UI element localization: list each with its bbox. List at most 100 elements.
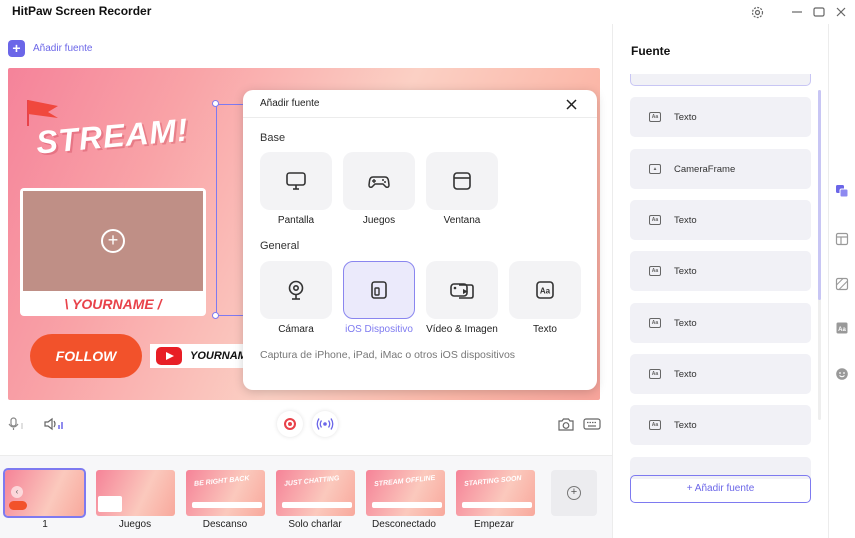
add-scene-button[interactable]: + xyxy=(551,470,597,516)
speaker-icon[interactable] xyxy=(44,417,66,436)
emoji-icon[interactable] xyxy=(835,367,849,381)
text-icon: Aa xyxy=(649,318,661,328)
source-label: iOS Dispositivo xyxy=(345,324,413,335)
add-source-label: Añadir fuente xyxy=(33,43,93,54)
source-tile-ios-dispositivo[interactable] xyxy=(343,261,415,319)
add-camera-icon[interactable]: + xyxy=(101,229,125,253)
text-icon: Aa xyxy=(649,420,661,430)
source-item-label: Texto xyxy=(674,265,697,277)
source-list[interactable]: Aa Texto ▴ CameraFrame Aa Texto Aa Texto… xyxy=(630,74,815,479)
title-bar: HitPaw Screen Recorder xyxy=(0,0,855,24)
source-label: Vídeo & Imagen xyxy=(426,324,498,335)
dialog-header: Añadir fuente xyxy=(243,90,597,118)
source-item-label: CameraFrame xyxy=(674,163,736,175)
scene-label: 1 xyxy=(42,519,48,530)
source-item[interactable]: Aa Texto xyxy=(630,251,811,291)
maximize-icon[interactable] xyxy=(811,4,827,20)
scene-thumb-solo-charlar[interactable]: JUST CHATTING xyxy=(276,470,355,516)
control-bar xyxy=(0,405,612,445)
source-tile-pantalla[interactable] xyxy=(260,152,332,210)
source-item[interactable]: Aa Texto xyxy=(630,200,811,240)
follow-graphic: FOLLOW xyxy=(30,334,142,378)
camera-placeholder: + xyxy=(23,191,203,291)
image-icon: ▴ xyxy=(649,164,661,174)
svg-text:Aa: Aa xyxy=(540,287,551,296)
source-label: Texto xyxy=(533,324,557,335)
plus-icon: + xyxy=(8,40,25,57)
resize-handle[interactable] xyxy=(212,312,219,319)
screenshot-icon[interactable] xyxy=(557,417,575,437)
scrollbar[interactable] xyxy=(818,90,821,420)
yourname-text: \ YOURNAME / xyxy=(64,296,162,312)
sources-panel: Fuente Aa Texto ▴ CameraFrame Aa Texto A… xyxy=(613,24,828,538)
scene-thumb-juegos[interactable] xyxy=(96,470,175,516)
add-source-button[interactable]: + Añadir fuente xyxy=(630,475,811,503)
source-label: Ventana xyxy=(443,215,481,226)
text-icon[interactable]: Aa xyxy=(835,321,849,335)
source-tile-juegos[interactable] xyxy=(343,152,415,210)
youtube-banner: YOURNAM xyxy=(150,344,250,368)
dialog-close-icon[interactable] xyxy=(566,95,577,113)
text-icon: Aa xyxy=(649,266,661,276)
settings-icon[interactable] xyxy=(749,4,765,20)
svg-text:Aa: Aa xyxy=(838,327,846,333)
scrollbar-thumb[interactable] xyxy=(818,90,821,300)
scene-thumb-bar xyxy=(192,502,262,508)
microphone-icon[interactable] xyxy=(8,417,26,436)
live-stream-button[interactable] xyxy=(312,411,338,437)
keyboard-icon[interactable] xyxy=(583,417,601,436)
scene-thumb-text: STREAM OFFLINE xyxy=(373,474,436,489)
source-tile-texto[interactable]: Aa xyxy=(509,261,581,319)
general-heading: General xyxy=(260,240,300,252)
scene-thumb-descanso[interactable]: BE RIGHT BACK xyxy=(186,470,265,516)
record-button[interactable] xyxy=(277,411,303,437)
source-tile-ventana[interactable] xyxy=(426,152,498,210)
source-tile-video-imagen[interactable] xyxy=(426,261,498,319)
text-icon: Aa xyxy=(536,281,554,299)
source-item[interactable]: Aa Texto xyxy=(630,405,811,445)
source-item[interactable]: ▴ CameraFrame xyxy=(630,149,811,189)
dialog-title: Añadir fuente xyxy=(260,98,320,109)
youtube-icon xyxy=(156,347,182,365)
scene-thumb-1[interactable]: ‹ xyxy=(3,468,86,518)
broadcast-icon xyxy=(316,418,334,430)
minimize-icon[interactable] xyxy=(789,4,805,20)
camera-frame[interactable]: + \ YOURNAME / xyxy=(20,188,206,316)
source-item-selected[interactable] xyxy=(630,74,811,86)
scene-thumb-bar xyxy=(462,502,532,508)
sources-icon[interactable] xyxy=(835,184,849,198)
add-source-toolbar-button[interactable]: + Añadir fuente xyxy=(8,40,93,57)
source-item-label: Texto xyxy=(674,111,697,123)
source-tile-camara[interactable] xyxy=(260,261,332,319)
text-icon: Aa xyxy=(649,215,661,225)
source-item-label: Texto xyxy=(674,317,697,329)
add-source-dialog: Añadir fuente Base Pantalla Juegos Venta… xyxy=(243,90,597,390)
scene-thumb-text: JUST CHATTING xyxy=(283,475,340,488)
background-icon[interactable] xyxy=(835,277,849,291)
source-label: Juegos xyxy=(362,215,396,226)
gamepad-icon xyxy=(368,176,390,188)
source-label: Cámara xyxy=(278,324,314,335)
layout-icon[interactable] xyxy=(835,232,849,246)
close-icon[interactable] xyxy=(833,4,849,20)
webcam-icon xyxy=(288,280,304,300)
icon-rail: Aa xyxy=(829,24,855,538)
scene-thumb-empezar[interactable]: STARTING SOON xyxy=(456,470,535,516)
scene-thumb-desconectado[interactable]: STREAM OFFLINE xyxy=(366,470,445,516)
text-icon: Aa xyxy=(649,369,661,379)
base-heading: Base xyxy=(260,132,286,144)
source-item[interactable]: Aa Texto xyxy=(630,97,811,137)
scene-strip: ‹ 1 Juegos BE RIGHT BACK Descanso JUST C… xyxy=(0,455,612,538)
scene-thumb-text: BE RIGHT BACK xyxy=(193,475,250,488)
scene-label: Juegos xyxy=(118,519,152,530)
scene-thumb-frame xyxy=(98,496,122,512)
source-item[interactable]: Aa Texto xyxy=(630,354,811,394)
scroll-left-icon[interactable]: ‹ xyxy=(11,486,23,498)
text-icon: Aa xyxy=(649,112,661,122)
ios-device-icon xyxy=(371,281,387,299)
resize-handle[interactable] xyxy=(212,100,219,107)
scene-label: Solo charlar xyxy=(288,519,342,530)
panel-title: Fuente xyxy=(631,44,671,58)
source-item[interactable]: Aa Texto xyxy=(630,303,811,343)
plus-circle-icon: + xyxy=(567,486,581,500)
